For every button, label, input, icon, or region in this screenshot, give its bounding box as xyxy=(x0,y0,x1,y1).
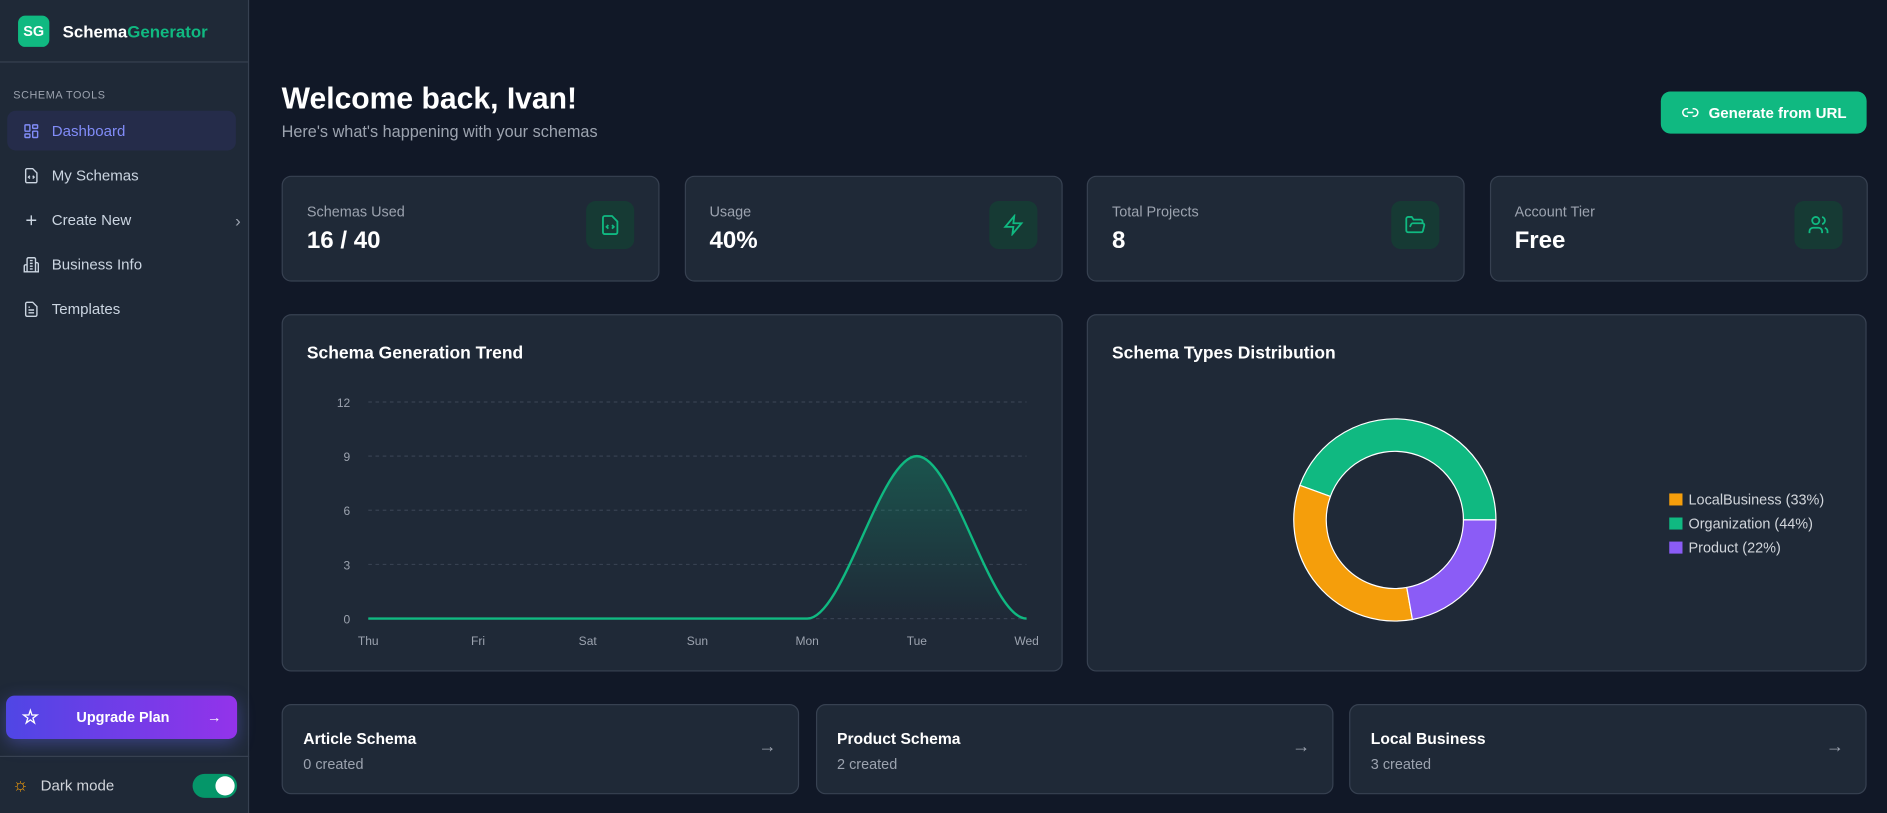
sidebar: SG SchemaGenerator SCHEMA TOOLS Dashboar… xyxy=(0,0,250,813)
stat-icon-box xyxy=(586,200,635,250)
arrow-right-icon: → xyxy=(207,708,222,726)
stat-icon-box xyxy=(988,200,1037,250)
file-text-icon xyxy=(24,300,38,317)
brand-name: SchemaGenerator xyxy=(62,21,208,41)
x-tick-label: Tue xyxy=(907,634,928,648)
legend-label: Organization (44%) xyxy=(1688,515,1813,532)
link-icon xyxy=(1681,108,1699,118)
users-icon xyxy=(1807,216,1828,234)
quick-create-card[interactable]: Local Business 3 created → xyxy=(1349,704,1867,795)
sidebar-item-my-schemas[interactable]: My Schemas xyxy=(7,155,236,195)
page-title: Welcome back, Ivan! xyxy=(281,81,578,116)
quick-card-count: 0 created xyxy=(303,755,364,773)
dark-mode-row: ☼ Dark mode xyxy=(0,755,250,813)
quick-card-title: Local Business xyxy=(1370,729,1486,748)
x-tick-label: Thu xyxy=(358,634,379,648)
sun-icon: ☼ xyxy=(12,775,29,796)
stat-icon-box xyxy=(1793,200,1842,250)
stat-card: Schemas Used 16 / 40 xyxy=(281,175,660,282)
legend-item: Product (22%) xyxy=(1669,536,1824,560)
building-icon xyxy=(23,256,40,272)
upgrade-label: Upgrade Plan xyxy=(76,708,170,726)
x-tick-label: Sun xyxy=(687,634,708,648)
y-tick-label: 9 xyxy=(344,450,351,464)
dark-mode-label: Dark mode xyxy=(40,776,115,794)
logo[interactable]: SG SchemaGenerator xyxy=(0,0,248,63)
generate-from-url-button[interactable]: Generate from URL xyxy=(1660,91,1867,134)
legend-label: LocalBusiness (33%) xyxy=(1688,491,1825,508)
sidebar-item-label: Business Info xyxy=(51,255,143,273)
stat-value: 8 xyxy=(1112,227,1126,254)
trend-chart: 0 3 6 9 12 Thu Fri Sat Sun Mon Tue Wed xyxy=(337,396,1039,648)
stat-value: Free xyxy=(1514,227,1566,254)
sidebar-item-label: Templates xyxy=(51,300,121,318)
folder-open-icon xyxy=(1405,216,1426,234)
quick-card-count: 3 created xyxy=(1370,755,1432,773)
donut-slice-product[interactable] xyxy=(1406,519,1497,621)
upgrade-plan-button[interactable]: ☆ Upgrade Plan → xyxy=(6,695,238,739)
legend-item: LocalBusiness (33%) xyxy=(1669,487,1824,511)
quick-card-count: 2 created xyxy=(837,755,898,773)
page-subtitle: Here's what's happening with your schema… xyxy=(281,122,598,141)
x-tick-label: Sat xyxy=(579,634,598,648)
y-tick-label: 12 xyxy=(337,396,351,410)
sidebar-item-label: Create New xyxy=(51,211,132,229)
stat-card: Account Tier Free xyxy=(1489,175,1868,282)
y-tick-label: 0 xyxy=(344,612,351,626)
stat-label: Total Projects xyxy=(1112,203,1199,221)
arrow-right-icon: → xyxy=(1825,736,1844,758)
donut-slice-organization[interactable] xyxy=(1299,418,1497,521)
file-code-icon xyxy=(24,167,38,183)
logo-badge: SG xyxy=(18,15,50,47)
plus-icon xyxy=(26,214,37,225)
arrow-right-icon: → xyxy=(758,736,777,758)
x-tick-label: Fri xyxy=(471,634,485,648)
x-tick-label: Mon xyxy=(795,634,818,648)
file-code-icon xyxy=(602,215,619,235)
sidebar-item-label: Dashboard xyxy=(51,122,126,140)
chart-legend: LocalBusiness (33%) Organization (44%) Pro… xyxy=(1669,487,1824,559)
stat-value: 16 / 40 xyxy=(306,227,381,254)
stat-label: Schemas Used xyxy=(306,203,405,221)
legend-item: Organization (44%) xyxy=(1669,511,1824,535)
distribution-chart-card: Schema Types Distribution LocalBusiness … xyxy=(1086,314,1867,672)
section-label: SCHEMA TOOLS xyxy=(13,89,106,102)
quick-card-title: Article Schema xyxy=(303,729,417,748)
y-tick-label: 6 xyxy=(344,504,351,518)
arrow-right-icon: → xyxy=(1291,736,1311,758)
x-tick-label: Wed xyxy=(1014,634,1039,648)
stat-card: Total Projects 8 xyxy=(1086,175,1465,282)
quick-create-card[interactable]: Article Schema 0 created → xyxy=(281,704,800,795)
stat-label: Usage xyxy=(709,203,752,221)
stat-card: Usage 40% xyxy=(684,175,1063,282)
legend-swatch xyxy=(1669,493,1683,506)
zap-icon xyxy=(1002,214,1023,236)
trend-chart-card: Schema Generation Trend 0 3 6 9 12 Thu Fri Sat S… xyxy=(281,314,1063,672)
y-tick-label: 3 xyxy=(344,558,351,572)
quick-card-title: Product Schema xyxy=(837,729,961,748)
sidebar-item-create-new[interactable]: Create New › xyxy=(7,200,241,240)
trend-area xyxy=(368,456,1027,619)
legend-label: Product (22%) xyxy=(1688,539,1781,557)
sidebar-item-dashboard[interactable]: Dashboard xyxy=(7,110,236,151)
legend-swatch xyxy=(1669,517,1683,530)
donut-slice-localbusiness[interactable] xyxy=(1293,484,1414,622)
generate-label: Generate from URL xyxy=(1708,104,1847,121)
legend-swatch xyxy=(1669,541,1683,554)
quick-create-card[interactable]: Product Schema 2 created → xyxy=(815,704,1333,795)
stat-label: Account Tier xyxy=(1514,203,1595,221)
sidebar-item-label: My Schemas xyxy=(51,166,139,184)
dark-mode-toggle[interactable] xyxy=(192,773,238,798)
star-icon: ☆ xyxy=(21,707,39,729)
chevron-right-icon: › xyxy=(235,210,241,230)
dashboard-icon xyxy=(24,123,39,138)
stat-icon-box xyxy=(1391,200,1440,250)
stat-value: 40% xyxy=(709,227,758,254)
sidebar-item-business-info[interactable]: Business Info xyxy=(7,244,236,284)
sidebar-item-templates[interactable]: Templates xyxy=(7,289,236,329)
